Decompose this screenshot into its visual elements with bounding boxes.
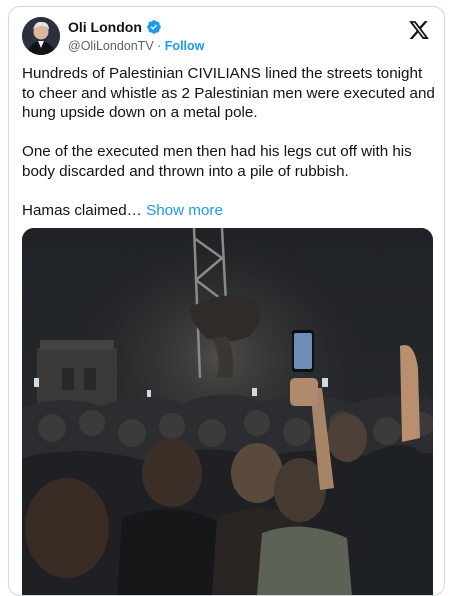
tweet-card[interactable]: Oli London @OliLondonTV · Follow Hundred…: [8, 6, 445, 596]
separator-dot: ·: [157, 39, 162, 53]
x-logo-icon[interactable]: [408, 19, 430, 41]
author-handle[interactable]: @OliLondonTV: [68, 39, 154, 53]
tweet-paragraph-3: Hamas claimed… Show more: [22, 201, 437, 221]
crowd-photo-image: [22, 228, 433, 595]
tweet-photo[interactable]: [22, 228, 433, 595]
avatar[interactable]: [22, 17, 60, 55]
tweet-paragraph-2: One of the executed men then had his leg…: [22, 143, 412, 180]
handle-row: @OliLondonTV · Follow: [68, 39, 204, 53]
truncated-text: Hamas claimed…: [22, 201, 142, 219]
follow-button[interactable]: Follow: [165, 39, 205, 53]
verified-badge-icon: [146, 19, 162, 35]
show-more-link[interactable]: Show more: [146, 202, 223, 219]
tweet-paragraph-1: Hundreds of Palestinian CIVILIANS lined …: [22, 65, 435, 121]
tweet-text: Hundreds of Palestinian CIVILIANS lined …: [22, 64, 437, 240]
author-name[interactable]: Oli London: [68, 19, 142, 35]
tweet-header: Oli London @OliLondonTV · Follow: [22, 17, 432, 57]
